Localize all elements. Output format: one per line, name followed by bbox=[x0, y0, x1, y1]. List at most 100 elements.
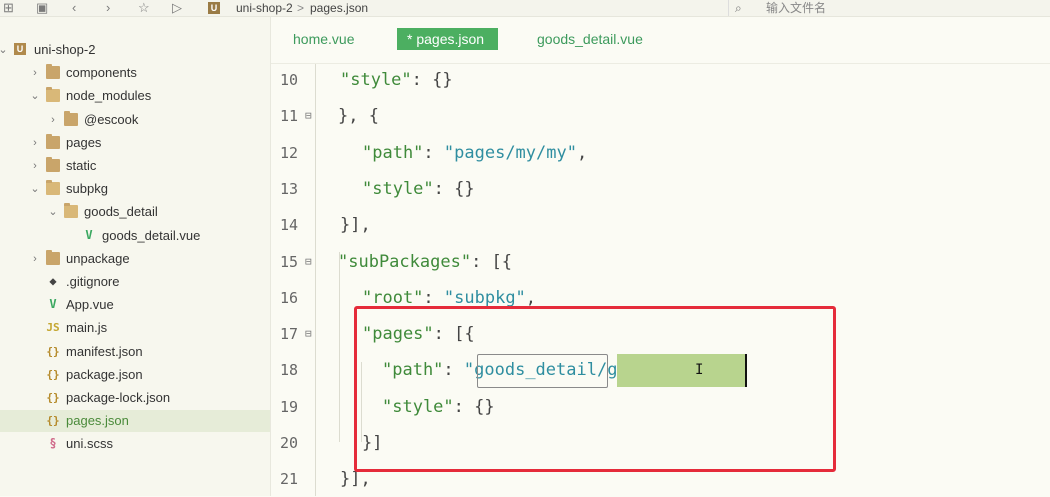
tree-item-label: subpkg bbox=[66, 181, 108, 197]
tree-item-label: unpackage bbox=[66, 250, 130, 266]
project-logo-icon: U bbox=[208, 2, 220, 14]
tree-item[interactable]: ⌄ goods_detail bbox=[0, 201, 270, 223]
chevron-right-icon[interactable]: › bbox=[30, 62, 40, 84]
folder-icon bbox=[64, 110, 78, 126]
tree-item[interactable]: {} pages.json bbox=[0, 410, 270, 433]
editor-tab[interactable]: goods_detail.vue bbox=[533, 28, 647, 50]
tree-item[interactable]: {} package.json bbox=[0, 364, 270, 386]
fold-toggle-icon[interactable]: ⊟ bbox=[305, 244, 312, 280]
tree-item-label: @escook bbox=[84, 111, 139, 127]
tree-item[interactable]: › unpackage bbox=[0, 248, 270, 270]
tree-item[interactable]: ◆ .gitignore bbox=[0, 271, 270, 293]
line-number: 10 bbox=[279, 71, 298, 89]
tree-item[interactable]: V App.vue bbox=[0, 294, 270, 316]
code-text[interactable]: }, { bbox=[338, 98, 379, 134]
tree-item-label: uni-shop-2 bbox=[34, 42, 96, 57]
folder-icon bbox=[46, 249, 60, 265]
tree-item[interactable]: › @escook bbox=[0, 109, 270, 131]
line-number: 21 bbox=[279, 470, 298, 489]
folder-icon bbox=[46, 157, 60, 172]
top-toolbar: ⊞ ▣ ‹ › ☆ ▷ U uni-shop-2 > pages.json ⌕ … bbox=[0, 0, 1050, 17]
forward-icon[interactable]: › bbox=[106, 0, 110, 16]
folder-icon bbox=[46, 133, 60, 149]
folder-open-icon bbox=[46, 180, 60, 196]
line-number: 14 bbox=[279, 216, 298, 235]
tree-item-label: package-lock.json bbox=[66, 390, 171, 405]
line-number: 15 bbox=[279, 252, 298, 271]
breadcrumb-file[interactable]: pages.json bbox=[310, 0, 368, 16]
tree-item-label: uni.scss bbox=[66, 436, 113, 452]
run-icon[interactable]: ▷ bbox=[172, 0, 182, 16]
project-icon: U bbox=[14, 43, 26, 55]
js-file-icon: JS bbox=[46, 321, 60, 335]
code-text[interactable]: "style": {} bbox=[362, 171, 475, 207]
code-editor[interactable]: home.vue * pages.json goods_detail.vue 10 "… bbox=[271, 17, 1050, 496]
code-text[interactable]: }], bbox=[340, 207, 371, 243]
tree-item[interactable]: {} manifest.json bbox=[0, 341, 270, 363]
tree-item-label: package.json bbox=[66, 366, 143, 382]
tree-item-label: node_modules bbox=[66, 88, 152, 104]
editor-tabs: home.vue * pages.json goods_detail.vue bbox=[271, 17, 1050, 64]
line-number: 20 bbox=[279, 434, 298, 452]
breadcrumb-project[interactable]: uni-shop-2 bbox=[236, 0, 293, 16]
json-file-icon: {} bbox=[46, 367, 60, 381]
code-line: 11 ⊟ }, { bbox=[271, 98, 1050, 134]
tree-item-label: pages bbox=[66, 134, 102, 150]
git-file-icon: ◆ bbox=[49, 274, 57, 288]
tree-item-label: App.vue bbox=[66, 297, 114, 313]
tree-item[interactable]: ⌄ subpkg bbox=[0, 178, 270, 200]
chevron-down-icon[interactable]: ⌄ bbox=[48, 201, 58, 223]
folder-open-icon bbox=[64, 203, 78, 219]
tree-item-label: pages.json bbox=[66, 413, 129, 429]
vue-file-icon: V bbox=[49, 297, 57, 312]
folder-icon bbox=[46, 64, 60, 80]
tree-item[interactable]: JS main.js bbox=[0, 317, 270, 339]
chevron-right-icon[interactable]: › bbox=[30, 155, 40, 177]
code-text[interactable]: "style": {} bbox=[340, 62, 453, 98]
tree-item[interactable]: › components bbox=[0, 62, 270, 84]
chevron-down-icon[interactable]: ⌄ bbox=[0, 39, 8, 61]
tree-item[interactable]: {} package-lock.json bbox=[0, 387, 270, 409]
code-line: 10 "style": {} bbox=[271, 62, 1050, 98]
chevron-down-icon[interactable]: ⌄ bbox=[30, 85, 40, 107]
star-icon[interactable]: ☆ bbox=[138, 0, 150, 16]
save-icon[interactable]: ▣ bbox=[36, 0, 48, 16]
fold-toggle-icon[interactable]: ⊟ bbox=[305, 316, 312, 352]
code-text[interactable]: "path": "pages/my/my", bbox=[362, 135, 587, 171]
file-search-input[interactable]: ⌕ 输入文件名 bbox=[728, 0, 1050, 16]
tree-item[interactable]: ⌄ node_modules bbox=[0, 85, 270, 107]
fold-toggle-icon[interactable]: ⊟ bbox=[305, 98, 312, 134]
tree-item[interactable]: › static bbox=[0, 155, 270, 177]
line-number: 17 bbox=[279, 325, 298, 344]
tree-item-label: main.js bbox=[66, 320, 108, 336]
editor-tab[interactable]: home.vue bbox=[289, 28, 358, 50]
tree-item[interactable]: › pages bbox=[0, 132, 270, 154]
search-icon: ⌕ bbox=[735, 1, 742, 15]
tree-item[interactable]: ⌄ Uuni-shop-2 bbox=[0, 39, 270, 61]
file-tree-sidebar: ⌄ Uuni-shop-2 › components ⌄ node_modules › @es… bbox=[0, 17, 271, 496]
chevron-down-icon[interactable]: ⌄ bbox=[30, 178, 40, 200]
back-icon[interactable]: ‹ bbox=[72, 0, 76, 16]
chevron-right-icon[interactable]: › bbox=[30, 248, 40, 270]
tree-item[interactable]: Vgoods_detail.vue bbox=[0, 225, 270, 247]
code-line: 14}], bbox=[271, 207, 1050, 243]
line-number: 19 bbox=[279, 397, 298, 416]
tree-item-label: components bbox=[66, 65, 137, 81]
code-text[interactable]: "subPackages": [{ bbox=[338, 244, 512, 280]
tree-item[interactable]: § uni.scss bbox=[0, 433, 270, 455]
annotation-highlight-box bbox=[354, 306, 836, 472]
json-file-icon: {} bbox=[46, 391, 60, 404]
code-line: 12 "path": "pages/my/my", bbox=[271, 135, 1050, 171]
chevron-right-icon[interactable]: › bbox=[30, 132, 40, 154]
breadcrumb-separator: > bbox=[297, 1, 305, 15]
new-file-icon[interactable]: ⊞ bbox=[3, 0, 14, 16]
search-placeholder: 输入文件名 bbox=[766, 1, 827, 15]
vue-file-icon: V bbox=[85, 227, 93, 242]
editor-tab[interactable]: * pages.json bbox=[397, 28, 499, 50]
line-number: 11 bbox=[279, 107, 298, 126]
json-file-icon: {} bbox=[46, 344, 60, 358]
code-line: 15 ⊟ "subPackages": [{ bbox=[271, 244, 1050, 280]
chevron-right-icon[interactable]: › bbox=[48, 109, 58, 131]
folder-open-icon bbox=[46, 87, 60, 103]
line-number: 12 bbox=[279, 143, 298, 162]
